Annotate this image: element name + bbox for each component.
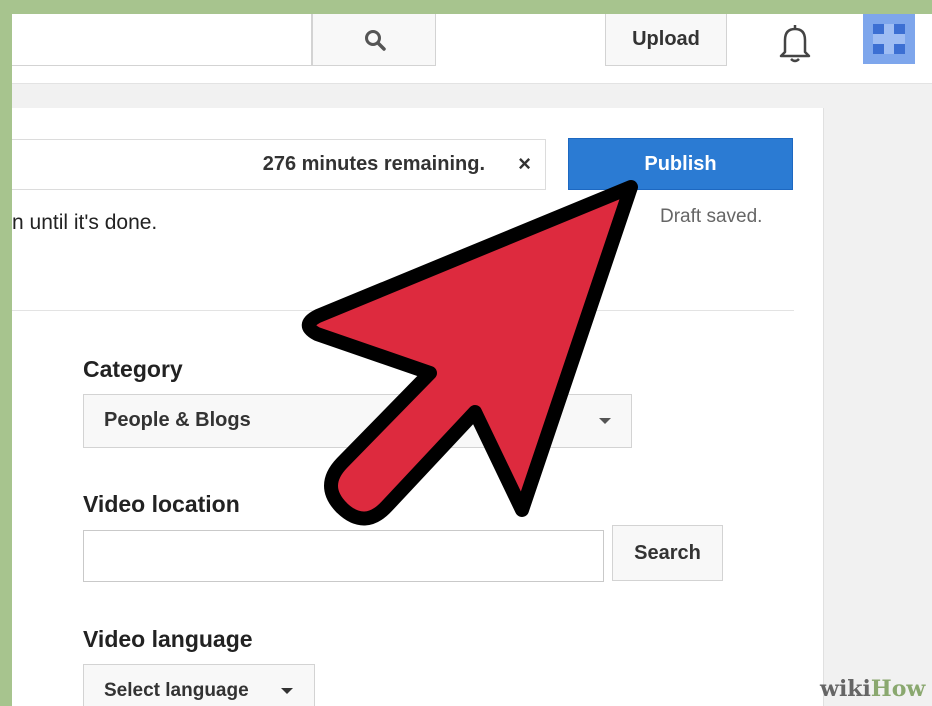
red-arrow-pointer-icon <box>301 180 638 526</box>
image-frame: Upload 276 minutes remaining. × Publish … <box>0 0 932 706</box>
wikihow-watermark: wikiHow <box>820 676 925 702</box>
wikihow-wiki-text: wiki <box>820 676 871 702</box>
wikihow-how-text: How <box>870 676 926 702</box>
